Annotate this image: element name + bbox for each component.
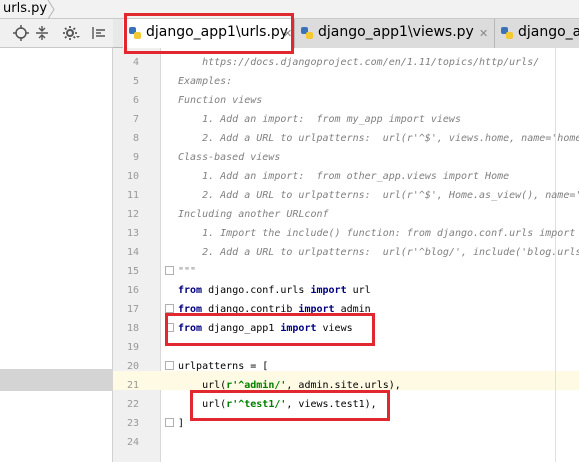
line-number: 19 [126, 342, 139, 353]
python-file-icon [301, 27, 313, 39]
fold-marker-icon[interactable] [165, 266, 174, 275]
line-number: 12 [126, 209, 139, 220]
line-number: 16 [126, 285, 139, 296]
line-number: 9 [132, 152, 139, 163]
line-number: 10 [126, 171, 139, 182]
line-number: 13 [126, 228, 139, 239]
breadcrumb-file[interactable]: urls.py [3, 1, 47, 16]
code-line: urlpatterns = [ [178, 361, 269, 372]
annotation-box-tab [124, 13, 294, 54]
code-line: from django.conf.urls import url [178, 281, 371, 300]
code-token: url [346, 285, 371, 296]
annotation-box-url [190, 390, 390, 421]
fold-marker-icon[interactable] [165, 418, 174, 427]
close-icon[interactable]: ✕ [479, 27, 488, 40]
collapse-all-icon[interactable] [33, 24, 51, 42]
line-number: 22 [126, 399, 139, 410]
code-line: ] [178, 418, 185, 429]
keyword: import [310, 285, 347, 296]
gear-icon[interactable] [62, 24, 80, 42]
chevron-right-icon [47, 0, 55, 19]
tab-label: django_ap [518, 24, 579, 40]
line-number: 7 [132, 114, 139, 125]
python-file-icon [501, 27, 513, 39]
line-number: 8 [132, 133, 139, 144]
line-number: 5 [132, 76, 139, 87]
annotation-box-import [165, 313, 375, 346]
line-number: 4 [132, 57, 139, 68]
fold-marker-icon[interactable] [165, 304, 174, 313]
keyword: from [178, 285, 203, 296]
code-line: https://docs.djangoproject.com/en/1.11/t… [178, 57, 540, 68]
line-number: 18 [126, 323, 139, 334]
line-number: 21 [126, 380, 139, 391]
line-number: 17 [126, 304, 139, 315]
project-pane [0, 19, 113, 462]
code-line: 1. Add an import: from other_app.views i… [178, 171, 510, 182]
selected-row-highlight [0, 369, 113, 391]
code-line: 2. Add a URL to urlpatterns: url(r'^blog… [178, 247, 579, 258]
project-toolbar [0, 19, 113, 48]
fold-marker-icon[interactable] [165, 361, 174, 370]
code-line: """ [178, 266, 197, 277]
code-line: Including another URLconf [178, 209, 329, 220]
line-number: 20 [126, 361, 139, 372]
line-number: 15 [126, 266, 139, 277]
code-line: Class-based views [178, 152, 281, 163]
code-line: 1. Add an import: from my_app import vie… [178, 114, 461, 125]
line-number: 14 [126, 247, 139, 258]
locate-icon[interactable] [12, 24, 30, 42]
line-number: 23 [126, 418, 139, 429]
tab-label: django_app1\views.py [318, 24, 474, 40]
tab-views-py[interactable]: django_app1\views.py ✕ [295, 19, 495, 48]
code-line: Function views [178, 95, 263, 106]
tab-third[interactable]: django_ap [495, 19, 579, 48]
line-number: 24 [126, 437, 139, 448]
code-line: 2. Add a URL to urlpatterns: url(r'^$', … [178, 133, 579, 144]
code-line: 1. Import the include() function: from d… [178, 228, 576, 239]
line-number: 6 [132, 95, 139, 106]
line-number: 11 [126, 190, 139, 201]
code-token: django.conf.urls [202, 285, 311, 296]
code-line: 2. Add a URL to urlpatterns: url(r'^$', … [178, 190, 579, 201]
hide-pane-icon[interactable] [90, 24, 108, 42]
code-line: Examples: [178, 76, 233, 87]
